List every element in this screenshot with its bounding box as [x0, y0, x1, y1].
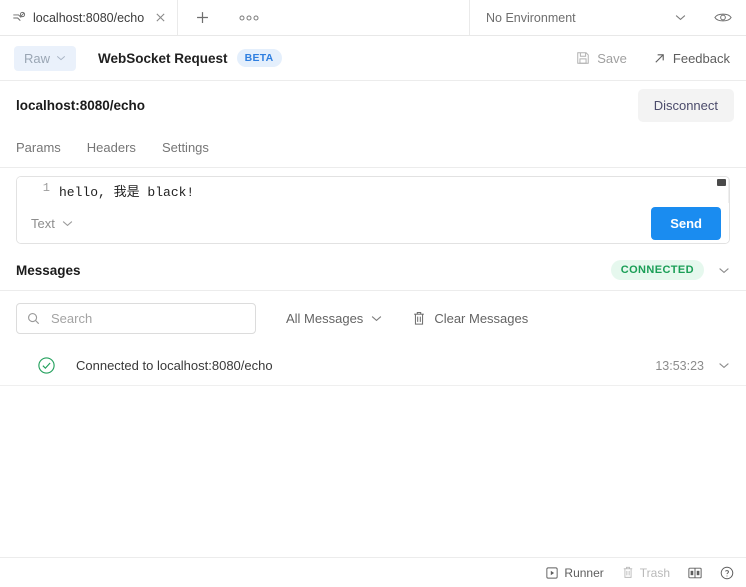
chevron-down-icon: [56, 55, 66, 61]
messages-list: Connected to localhost:8080/echo 13:53:2…: [0, 346, 746, 386]
disconnect-button[interactable]: Disconnect: [637, 88, 734, 122]
help-circle-icon: [720, 566, 734, 580]
ellipsis-icon[interactable]: [226, 0, 272, 35]
editor-content[interactable]: hello, 我是 black!: [59, 177, 729, 203]
search-input[interactable]: [49, 310, 245, 327]
save-label: Save: [597, 50, 627, 66]
send-button[interactable]: Send: [651, 206, 721, 240]
check-circle-icon: [34, 356, 58, 375]
chevron-down-icon: [62, 220, 73, 227]
runner-label: Runner: [564, 565, 604, 580]
message-filter-label: All Messages: [286, 311, 364, 326]
editor-footer: Text Send: [17, 203, 729, 243]
table-row[interactable]: Connected to localhost:8080/echo 13:53:2…: [0, 346, 746, 386]
two-pane-layout-icon: [688, 567, 702, 579]
help-button[interactable]: [720, 566, 734, 580]
runner-icon: [546, 566, 559, 579]
sidebar-item-params[interactable]: Params: [16, 140, 61, 157]
trash-button[interactable]: Trash: [622, 566, 670, 580]
messages-filter-bar: All Messages Clear Messages: [0, 291, 746, 346]
message-editor-box: 1 hello, 我是 black! Text Send: [16, 176, 730, 244]
tab-bar: localhost:8080/echo No Environment: [0, 0, 746, 36]
save-floppy-icon: [576, 51, 590, 65]
status-footer: Runner Trash: [0, 557, 746, 587]
feedback-label: Feedback: [672, 50, 730, 66]
url-row: localhost:8080/echo Disconnect: [0, 81, 746, 129]
layout-toggle-button[interactable]: [688, 567, 702, 579]
new-tab-button[interactable]: [178, 0, 226, 35]
messages-collapse-icon[interactable]: [718, 267, 730, 274]
message-filter-dropdown[interactable]: All Messages: [286, 311, 382, 326]
sidebar-item-settings[interactable]: Settings: [162, 140, 209, 157]
websocket-icon: [12, 11, 26, 25]
code-editor[interactable]: 1 hello, 我是 black!: [17, 177, 729, 203]
runner-button[interactable]: Runner: [546, 565, 604, 580]
search-icon: [27, 312, 40, 325]
request-subtabs: Params Headers Settings: [0, 129, 746, 168]
environment-label: No Environment: [486, 10, 576, 25]
external-link-icon: [653, 52, 666, 65]
trash-label: Trash: [639, 565, 670, 580]
raw-label: Raw: [24, 50, 51, 66]
messages-empty-area: [0, 386, 746, 557]
editor-scrollbar[interactable]: [717, 179, 726, 186]
search-box[interactable]: [16, 303, 256, 334]
environment-selector[interactable]: No Environment: [470, 0, 700, 35]
trash-icon: [412, 311, 426, 326]
status-badge: CONNECTED: [610, 260, 704, 280]
request-url[interactable]: localhost:8080/echo: [16, 98, 145, 113]
sidebar-item-headers[interactable]: Headers: [87, 140, 136, 157]
tab-title: localhost:8080/echo: [33, 10, 145, 25]
message-format-label: Text: [31, 215, 55, 231]
chevron-down-icon: [371, 315, 382, 322]
message-format-dropdown[interactable]: Text: [31, 216, 73, 231]
message-expand-icon[interactable]: [718, 362, 730, 369]
line-number: 1: [17, 177, 59, 203]
feedback-button[interactable]: Feedback: [653, 51, 730, 66]
messages-title: Messages: [16, 262, 81, 278]
clear-messages-button[interactable]: Clear Messages: [412, 311, 528, 326]
trash-icon: [622, 566, 634, 579]
tab-bar-spacer: [272, 0, 470, 35]
eye-icon[interactable]: [700, 0, 746, 35]
request-header-bar: Raw WebSocket Request BETA Save Feedback: [0, 36, 746, 81]
message-composer: 1 hello, 我是 black! Text Send: [0, 168, 746, 244]
clear-messages-label: Clear Messages: [434, 311, 529, 326]
save-button[interactable]: Save: [576, 51, 627, 66]
close-icon[interactable]: [153, 11, 167, 25]
message-timestamp: 13:53:23: [655, 358, 704, 373]
beta-badge: BETA: [236, 49, 282, 67]
request-tab[interactable]: localhost:8080/echo: [0, 0, 179, 35]
message-text: Connected to localhost:8080/echo: [76, 358, 273, 373]
raw-mode-dropdown[interactable]: Raw: [14, 45, 77, 71]
postman-window: localhost:8080/echo No Environment Raw W…: [0, 0, 746, 587]
chevron-down-icon: [675, 14, 686, 21]
page-title: WebSocket Request: [98, 50, 228, 66]
messages-header: Messages CONNECTED: [0, 244, 746, 291]
